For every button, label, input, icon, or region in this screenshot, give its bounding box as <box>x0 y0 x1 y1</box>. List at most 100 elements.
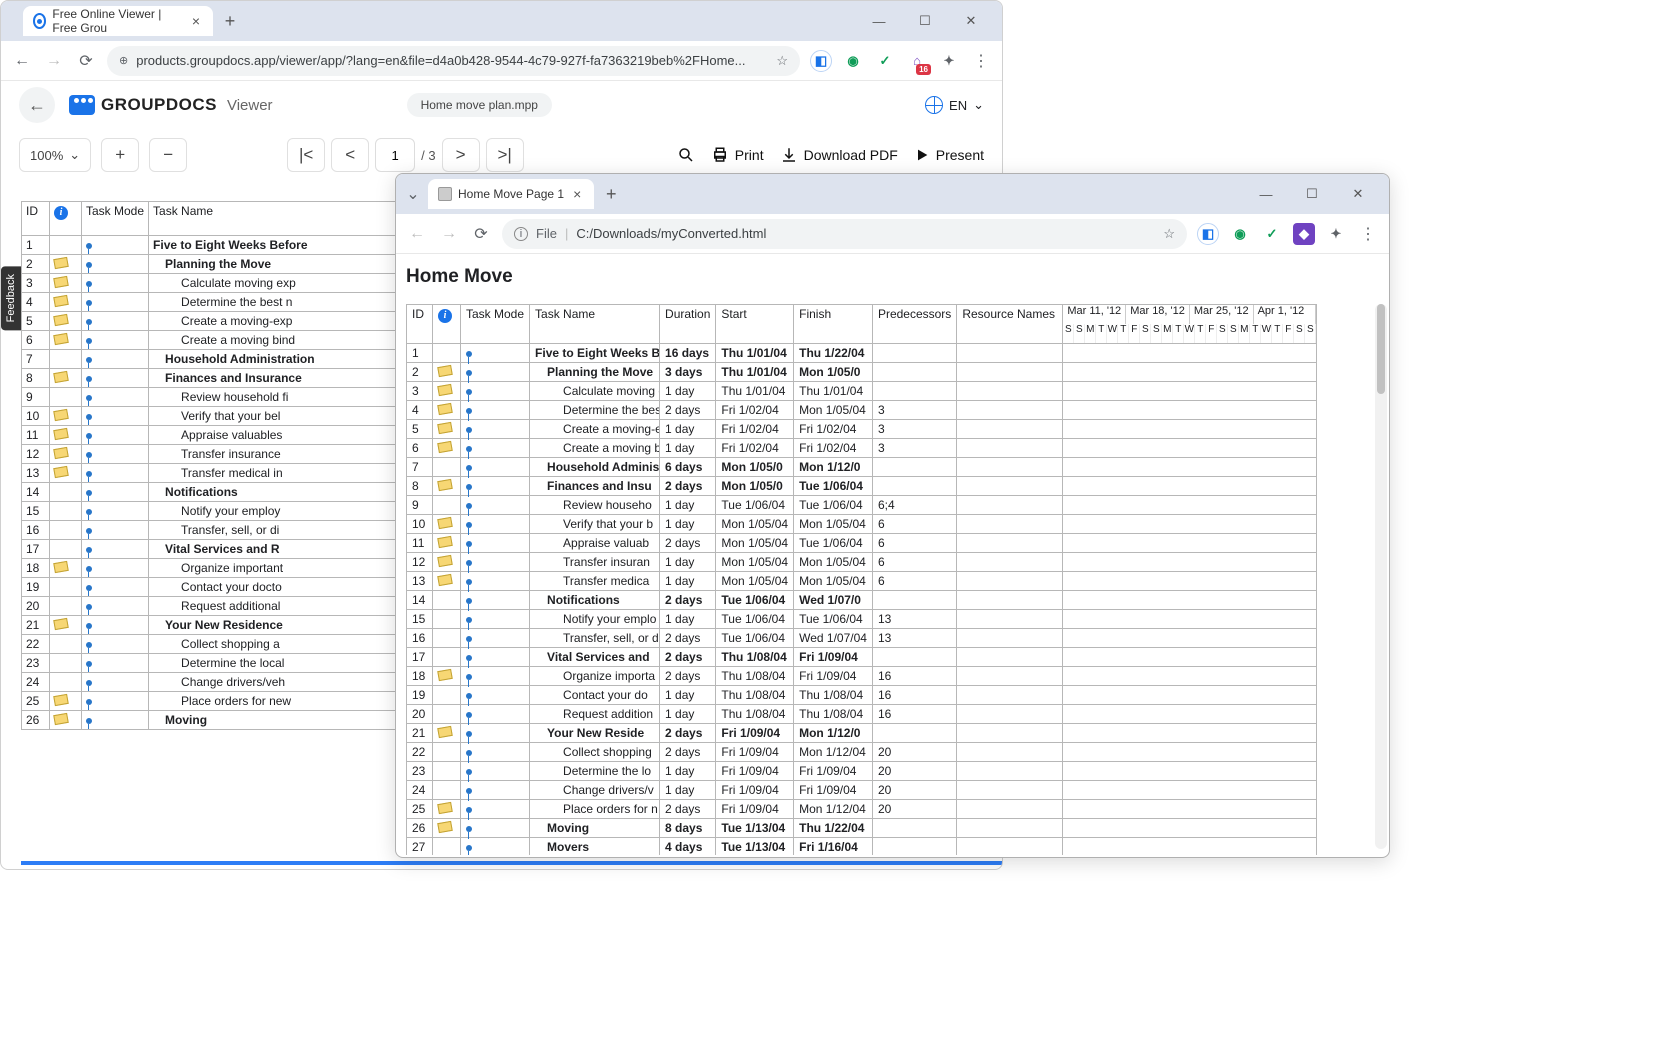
extension-icon[interactable]: ◧ <box>1197 223 1219 245</box>
cell-finish: Fri 1/02/04 <box>794 420 873 439</box>
table-row[interactable]: 3Calculate moving e1 dayThu 1/01/04Thu 1… <box>407 382 1317 401</box>
new-tab-button[interactable]: + <box>598 181 624 207</box>
zoom-out-button[interactable]: − <box>149 138 187 172</box>
reload-button[interactable]: ⟳ <box>75 50 97 72</box>
extension-icon[interactable]: ◉ <box>1229 223 1251 245</box>
pin-icon <box>466 351 472 357</box>
extension-icon[interactable]: ⌂16 <box>906 50 928 72</box>
kebab-menu-icon[interactable]: ⋮ <box>970 50 992 72</box>
table-row[interactable]: 19Contact your do1 dayThu 1/08/04Thu 1/0… <box>407 686 1317 705</box>
table-row[interactable]: 23Determine the lo1 dayFri 1/09/04Fri 1/… <box>407 762 1317 781</box>
cell-resources <box>957 819 1063 838</box>
table-row[interactable]: 18Organize importa2 daysThu 1/08/04Fri 1… <box>407 667 1317 686</box>
table-row[interactable]: 6Create a moving b1 dayFri 1/02/04Fri 1/… <box>407 439 1317 458</box>
table-row[interactable]: 11Appraise valuab2 daysMon 1/05/04Tue 1/… <box>407 534 1317 553</box>
close-tab-icon[interactable]: × <box>189 13 203 29</box>
logo[interactable]: GROUPDOCS Viewer <box>69 95 273 115</box>
cell-task-mode <box>461 686 530 705</box>
cell-resources <box>957 458 1063 477</box>
back-button[interactable]: ← <box>406 223 428 245</box>
url-input[interactable]: ⊕ products.groupdocs.app/viewer/app/?lan… <box>107 46 800 76</box>
cell-task-mode <box>82 673 149 692</box>
forward-button[interactable]: → <box>43 50 65 72</box>
cell-task-mode <box>82 312 149 331</box>
page-input[interactable] <box>375 138 415 172</box>
table-row[interactable]: 13Transfer medica1 dayMon 1/05/04Mon 1/0… <box>407 572 1317 591</box>
table-row[interactable]: 26Moving8 daysTue 1/13/04Thu 1/22/04 <box>407 819 1317 838</box>
cell-id: 27 <box>407 838 433 856</box>
extension-icon[interactable]: ◉ <box>842 50 864 72</box>
browser-tab[interactable]: Home Move Page 1 × <box>428 179 594 209</box>
star-icon[interactable]: ☆ <box>776 53 788 69</box>
table-row[interactable]: 24Change drivers/v1 dayFri 1/09/04Fri 1/… <box>407 781 1317 800</box>
cell-id: 13 <box>22 464 50 483</box>
close-tab-icon[interactable]: × <box>570 186 584 202</box>
table-row[interactable]: 2Planning the Move3 daysThu 1/01/04Mon 1… <box>407 363 1317 382</box>
extensions-button[interactable]: ✦ <box>938 50 960 72</box>
browser-tab[interactable]: Free Online Viewer | Free Grou × <box>23 6 213 36</box>
zoom-select[interactable]: 100%⌄ <box>19 138 91 172</box>
table-row[interactable]: 22Collect shopping2 daysFri 1/09/04Mon 1… <box>407 743 1317 762</box>
cell-duration: 1 day <box>660 686 716 705</box>
cell-id: 21 <box>22 616 50 635</box>
zoom-in-button[interactable]: + <box>101 138 139 172</box>
pin-icon <box>466 560 472 566</box>
feedback-tab[interactable]: Feedback <box>1 266 21 330</box>
table-row[interactable]: 7Household Adminis6 daysMon 1/05/0Mon 1/… <box>407 458 1317 477</box>
cell-note <box>433 458 461 477</box>
table-row[interactable]: 1Five to Eight Weeks B16 daysThu 1/01/04… <box>407 344 1317 363</box>
table-row[interactable]: 14Notifications2 daysTue 1/06/04Wed 1/07… <box>407 591 1317 610</box>
table-row[interactable]: 27Movers4 daysTue 1/13/04Fri 1/16/04 <box>407 838 1317 856</box>
vertical-scrollbar[interactable] <box>1375 304 1387 849</box>
pin-icon <box>466 712 472 718</box>
minimize-button[interactable]: — <box>1251 186 1281 202</box>
forward-button[interactable]: → <box>438 223 460 245</box>
table-row[interactable]: 20Request addition1 dayThu 1/08/04Thu 1/… <box>407 705 1317 724</box>
back-button[interactable]: ← <box>11 50 33 72</box>
extensions-button[interactable]: ✦ <box>1325 223 1347 245</box>
minimize-button[interactable]: — <box>864 13 894 29</box>
table-row[interactable]: 4Determine the best2 daysFri 1/02/04Mon … <box>407 401 1317 420</box>
extension-icon[interactable]: ◧ <box>810 50 832 72</box>
first-page-button[interactable]: |< <box>287 138 325 172</box>
cell-id: 3 <box>407 382 433 401</box>
present-button[interactable]: Present <box>914 147 984 163</box>
extension-icon[interactable]: ✓ <box>1261 223 1283 245</box>
extension-icon[interactable]: ◆ <box>1293 223 1315 245</box>
print-button[interactable]: Print <box>711 146 764 164</box>
back-nav-button[interactable]: ← <box>19 87 55 123</box>
document-body[interactable]: ID i Task Mode Task Name Duration Start … <box>396 300 1389 855</box>
search-button[interactable] <box>677 146 695 164</box>
prev-page-button[interactable]: < <box>331 138 369 172</box>
extension-icon[interactable]: ✓ <box>874 50 896 72</box>
download-button[interactable]: Download PDF <box>780 146 898 164</box>
star-icon[interactable]: ☆ <box>1163 226 1175 242</box>
kebab-menu-icon[interactable]: ⋮ <box>1357 223 1379 245</box>
table-row[interactable]: 16Transfer, sell, or d2 daysTue 1/06/04W… <box>407 629 1317 648</box>
url-input[interactable]: i File | C:/Downloads/myConverted.html ☆ <box>502 219 1187 249</box>
table-row[interactable]: 17Vital Services and2 daysThu 1/08/04Fri… <box>407 648 1317 667</box>
table-row[interactable]: 8Finances and Insu2 daysMon 1/05/0Tue 1/… <box>407 477 1317 496</box>
table-row[interactable]: 21Your New Reside2 daysFri 1/09/04Mon 1/… <box>407 724 1317 743</box>
next-page-button[interactable]: > <box>442 138 480 172</box>
cell-note <box>50 464 82 483</box>
new-tab-button[interactable]: + <box>217 8 243 34</box>
table-row[interactable]: 9Review househo1 dayTue 1/06/04Tue 1/06/… <box>407 496 1317 515</box>
reload-button[interactable]: ⟳ <box>470 223 492 245</box>
table-row[interactable]: 12Transfer insuran1 dayMon 1/05/04Mon 1/… <box>407 553 1317 572</box>
tab-search-button[interactable]: ⌄ <box>402 183 424 205</box>
table-row[interactable]: 5Create a moving-e1 dayFri 1/02/04Fri 1/… <box>407 420 1317 439</box>
maximize-button[interactable]: ☐ <box>910 13 940 29</box>
table-row[interactable]: 25Place orders for n2 daysFri 1/09/04Mon… <box>407 800 1317 819</box>
last-page-button[interactable]: >| <box>486 138 524 172</box>
file-icon[interactable]: i <box>514 227 528 241</box>
table-row[interactable]: 10Verify that your b1 dayMon 1/05/04Mon … <box>407 515 1317 534</box>
maximize-button[interactable]: ☐ <box>1297 186 1327 202</box>
close-button[interactable]: ✕ <box>1343 186 1373 202</box>
cell-task-mode <box>461 819 530 838</box>
close-button[interactable]: ✕ <box>956 13 986 29</box>
table-row[interactable]: 15Notify your emplo1 dayTue 1/06/04Tue 1… <box>407 610 1317 629</box>
language-selector[interactable]: EN ⌄ <box>925 96 984 114</box>
cell-task-mode <box>461 515 530 534</box>
site-info-icon[interactable]: ⊕ <box>119 54 128 67</box>
